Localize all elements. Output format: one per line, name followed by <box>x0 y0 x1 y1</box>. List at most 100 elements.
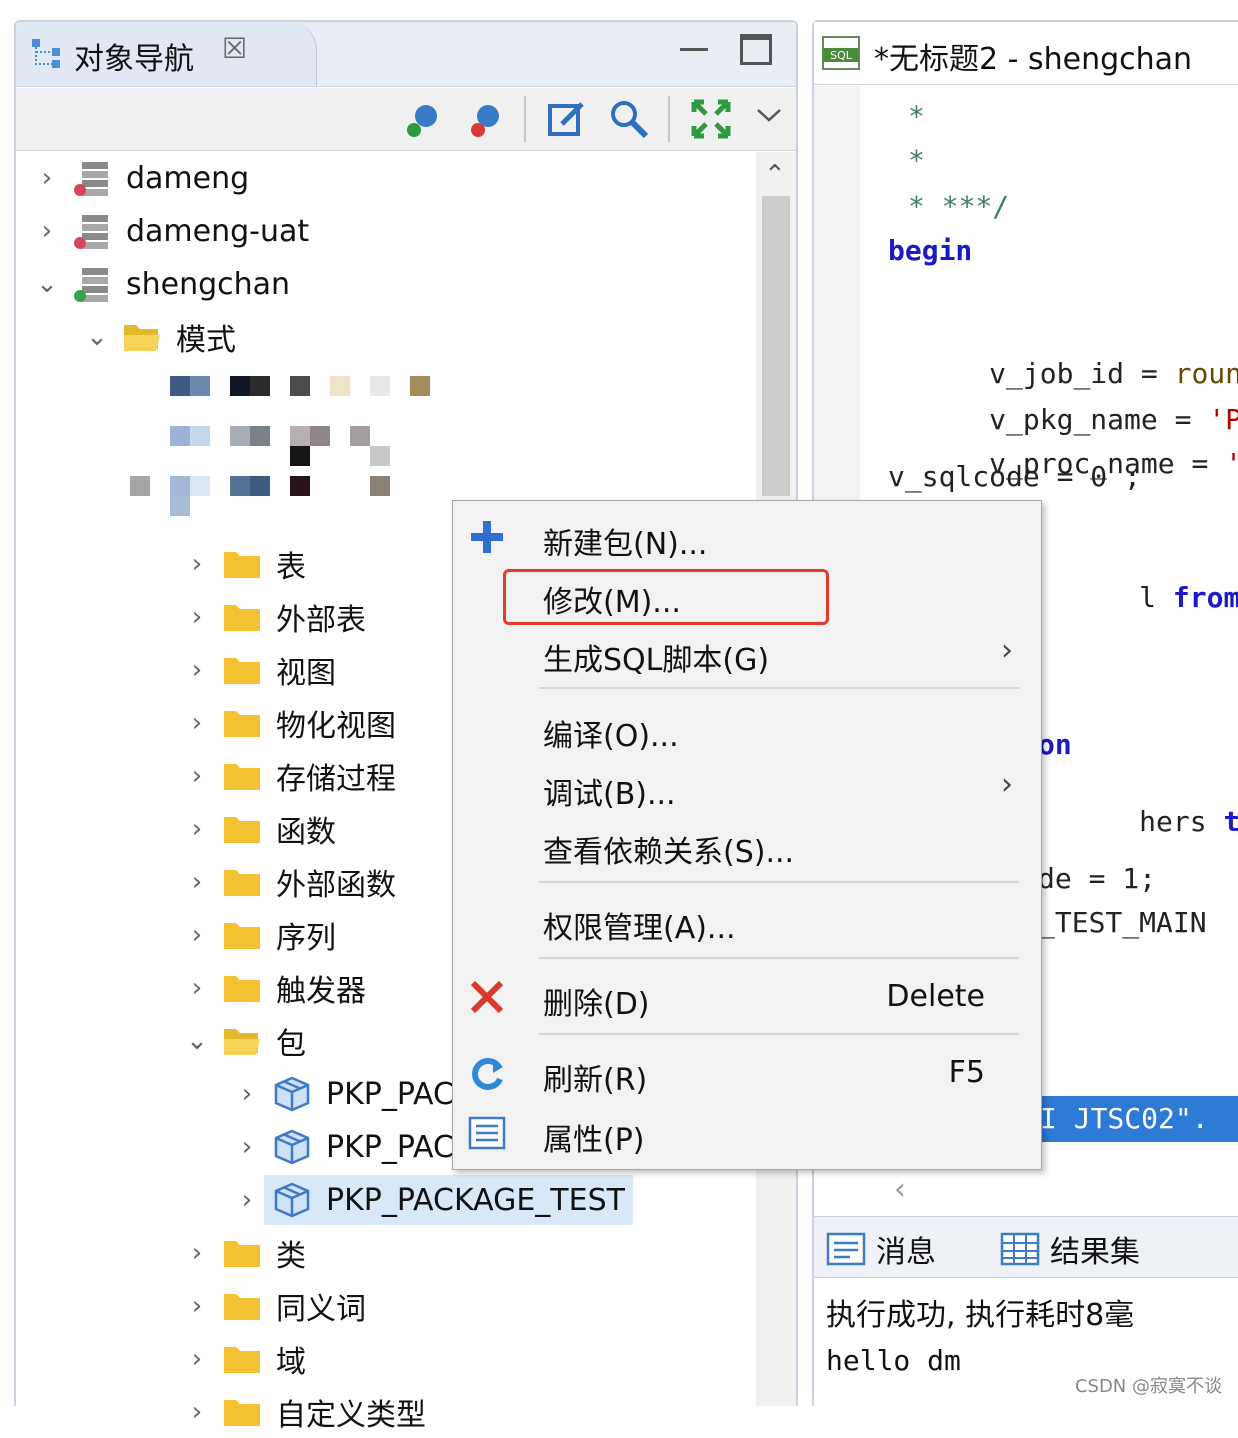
code-line: de = 1; <box>1038 862 1157 895</box>
tree-item-dameng-uat[interactable]: › dameng-uat <box>36 205 309 257</box>
maximize-icon[interactable] <box>740 34 772 65</box>
code-token: hers <box>1139 805 1224 838</box>
chevron-right-icon[interactable]: › <box>186 1397 208 1427</box>
menu-separator <box>539 1033 1019 1035</box>
tree-item-views[interactable]: › 视图 <box>186 644 336 696</box>
menu-item-delete[interactable]: 删除(D) Delete <box>453 969 1041 1025</box>
menu-item-debug[interactable]: 调试(B)... › <box>453 759 1041 815</box>
tab-sql-editor[interactable]: SQL *无标题2 - shengchan <box>814 22 1238 85</box>
chevron-right-icon[interactable]: › <box>186 549 208 579</box>
chevron-right-icon[interactable]: › <box>236 1079 258 1109</box>
tree-item-synonyms[interactable]: › 同义词 <box>186 1280 366 1332</box>
chevron-right-icon[interactable]: › <box>236 1185 258 1215</box>
disconnect-icon[interactable] <box>466 98 508 140</box>
tree-item-materialized-views[interactable]: › 物化视图 <box>186 697 396 749</box>
tree-item-external-tables[interactable]: › 外部表 <box>186 591 366 643</box>
tree-item-package-test-selected[interactable]: › PKP_PACKAGE_TEST <box>236 1174 633 1226</box>
chevron-right-icon[interactable]: › <box>186 1238 208 1268</box>
chevron-down-icon[interactable]: ⌄ <box>36 269 58 299</box>
tree-item-label: 自定义类型 <box>276 1398 426 1433</box>
chevron-right-icon[interactable]: › <box>186 655 208 685</box>
chevron-right-icon[interactable]: › <box>186 1344 208 1374</box>
menu-item-compile[interactable]: 编译(O)... <box>453 701 1041 757</box>
tree-item-schema[interactable]: ⌄ 模式 <box>86 311 236 363</box>
tree-item-triggers[interactable]: › 触发器 <box>186 962 366 1014</box>
chevron-right-icon[interactable]: › <box>186 814 208 844</box>
menu-item-refresh[interactable]: 刷新(R) F5 <box>453 1045 1041 1101</box>
tree-item-sequences[interactable]: › 序列 <box>186 909 336 961</box>
menu-separator <box>539 957 1019 959</box>
messages-icon <box>826 1232 866 1266</box>
context-menu: 新建包(N)... 修改(M)... 生成SQL脚本(G) › 编译(O)...… <box>452 500 1042 1170</box>
chevron-right-icon[interactable]: › <box>236 1132 258 1162</box>
chevron-right-icon[interactable]: › <box>186 867 208 897</box>
expand-all-icon[interactable] <box>690 98 732 140</box>
menu-item-permissions[interactable]: 权限管理(A)... <box>453 893 1041 949</box>
code-line: * <box>908 100 925 133</box>
tab-result-set[interactable]: 结果集 <box>1000 1223 1140 1275</box>
folder-icon <box>224 605 260 631</box>
chevron-right-icon[interactable]: › <box>186 761 208 791</box>
selected-code: I JTSC02". <box>1030 1096 1238 1142</box>
sql-file-icon: SQL <box>822 36 860 70</box>
chevron-right-icon[interactable]: › <box>186 602 208 632</box>
tree-item-label: 包 <box>276 1027 306 1062</box>
tree-item-label: 域 <box>276 1345 306 1380</box>
folder-icon <box>224 764 260 790</box>
code-line: * ***/ <box>908 190 1010 223</box>
tree-item-label: 存储过程 <box>276 762 396 797</box>
menu-item-properties[interactable]: 属性(P) <box>453 1105 1041 1161</box>
chevron-right-icon[interactable]: › <box>36 216 58 246</box>
scrollbar-thumb[interactable] <box>762 196 790 496</box>
tree-item-packages[interactable]: ⌄ 包 <box>186 1015 306 1067</box>
folder-icon <box>224 711 260 737</box>
folder-icon <box>224 870 260 896</box>
tree-item-functions[interactable]: › 函数 <box>186 803 336 855</box>
menu-item-label: 删除(D) <box>543 987 650 1022</box>
chevron-right-icon[interactable]: › <box>186 973 208 1003</box>
tree-item-label: dameng <box>126 160 250 196</box>
menu-item-generate-sql[interactable]: 生成SQL脚本(G) › <box>453 625 1041 681</box>
search-icon[interactable] <box>608 98 650 140</box>
navigator-toolbar <box>16 88 796 151</box>
tab-object-navigator[interactable]: 对象导航 ☒ <box>16 22 317 86</box>
menu-item-view-dependencies[interactable]: 查看依赖关系(S)... <box>453 817 1041 873</box>
chevron-right-icon[interactable]: › <box>186 920 208 950</box>
code-line: _TEST_MAIN <box>1038 906 1207 939</box>
code-token: l <box>1139 581 1173 614</box>
tree-item-shengchan[interactable]: ⌄ shengchan <box>36 258 290 310</box>
database-icon <box>74 215 108 249</box>
menu-item-label: 编译(O)... <box>543 719 679 754</box>
chevron-right-icon[interactable]: › <box>36 163 58 193</box>
scroll-left-icon[interactable]: ‹ <box>894 1172 906 1207</box>
code-line: begin <box>888 234 973 267</box>
tree-item-domains[interactable]: › 域 <box>186 1333 306 1385</box>
view-menu-chevron-down-icon[interactable] <box>754 98 784 140</box>
connect-icon[interactable] <box>404 98 446 140</box>
tab-messages[interactable]: 消息 <box>826 1223 936 1275</box>
close-tab-icon[interactable]: ☒ <box>222 32 247 65</box>
minimize-icon[interactable] <box>680 34 708 51</box>
chevron-right-icon[interactable]: › <box>186 708 208 738</box>
tree-item-package[interactable]: › PKP_PAC <box>236 1068 454 1120</box>
chevron-down-icon[interactable]: ⌄ <box>186 1026 208 1056</box>
tree-item-procedures[interactable]: › 存储过程 <box>186 750 396 802</box>
chevron-right-icon[interactable]: › <box>186 1291 208 1321</box>
tree-item-tables[interactable]: › 表 <box>186 538 306 590</box>
tree-item-external-functions[interactable]: › 外部函数 <box>186 856 396 908</box>
edit-icon[interactable] <box>546 98 588 140</box>
tree-item-custom-types[interactable]: › 自定义类型 <box>186 1386 426 1438</box>
menu-item-new-package[interactable]: 新建包(N)... <box>453 509 1041 565</box>
menu-separator <box>539 687 1019 689</box>
navigator-title: 对象导航 <box>74 42 194 77</box>
menu-item-label: 刷新(R) <box>543 1063 648 1098</box>
tree-item-label: 外部表 <box>276 603 366 638</box>
chevron-down-icon[interactable]: ⌄ <box>86 322 108 352</box>
tree-item-label: dameng-uat <box>126 213 310 249</box>
scroll-up-icon[interactable]: ⌃ <box>764 160 786 190</box>
tree-item-classes[interactable]: › 类 <box>186 1227 306 1279</box>
grid-icon <box>1000 1232 1040 1266</box>
tree-item-dameng[interactable]: › dameng <box>36 152 249 204</box>
tree-item-package[interactable]: › PKP_PAC <box>236 1121 454 1173</box>
toolbar-separator <box>668 96 670 142</box>
